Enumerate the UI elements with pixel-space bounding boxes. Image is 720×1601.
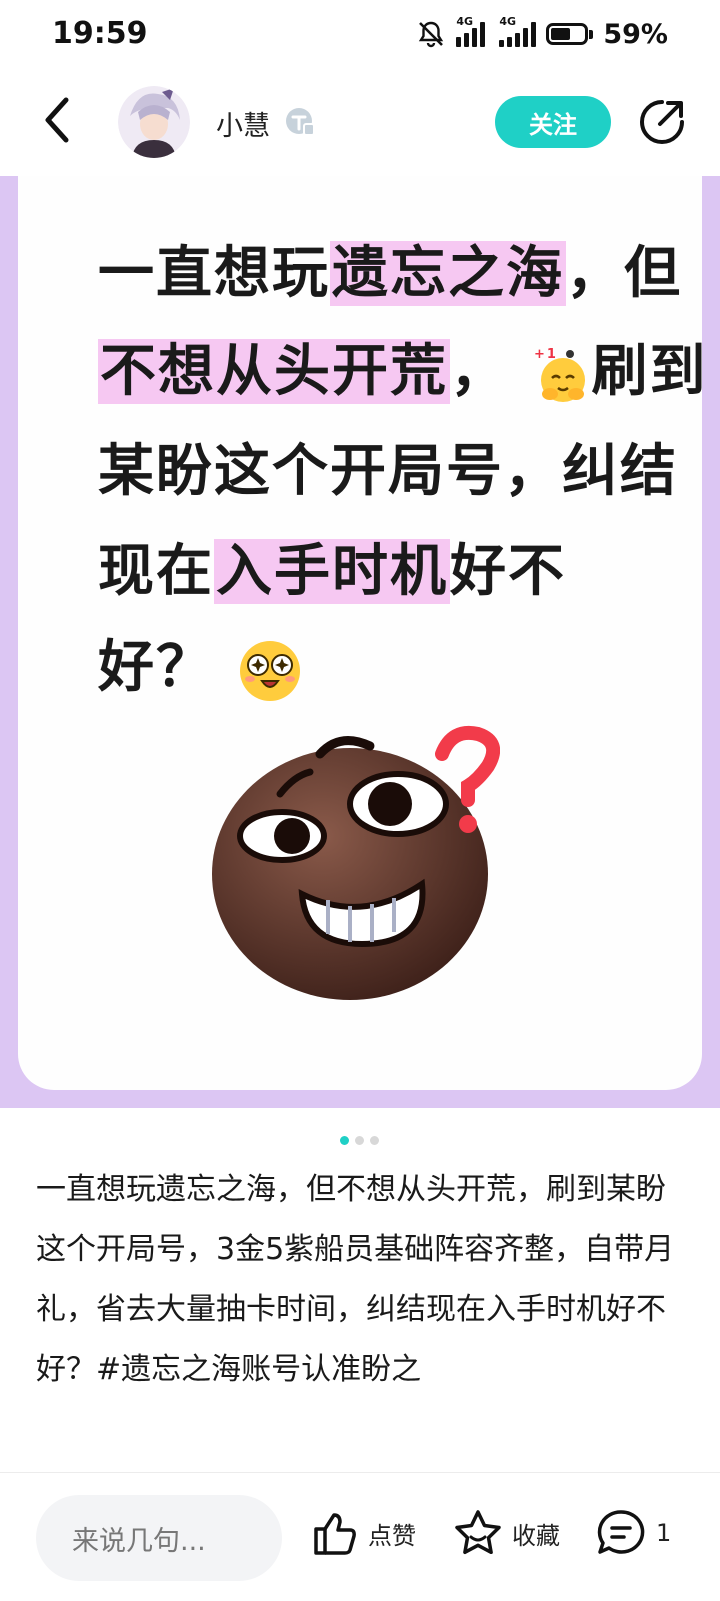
network-type-1: 4G: [456, 15, 474, 28]
image-text: 一直想玩: [98, 241, 330, 306]
image-card: 一直想玩遗忘之海，但 不想从头开荒， +1 刷到 某盼这个开局号，纠结 现在入手…: [18, 176, 706, 1090]
image-text-highlight: 入手时机: [214, 539, 450, 604]
svg-text:+1: +1: [534, 347, 558, 362]
mute-bell-icon: [419, 21, 444, 48]
post-caption: 一直想玩遗忘之海，但不想从头开荒，刷到某盼这个开局号，3金5紫船员基础阵容齐整，…: [36, 1172, 675, 1387]
image-text: 好不: [450, 539, 566, 604]
follow-button[interactable]: 关注: [495, 96, 611, 148]
favorite-button[interactable]: 收藏: [452, 1503, 560, 1563]
avatar[interactable]: [118, 86, 190, 158]
back-icon[interactable]: [36, 90, 86, 150]
bottom-action-bar: 来说几句... 点赞 收藏 1: [0, 1472, 720, 1601]
status-icons: 4G 4G 59%: [416, 15, 668, 52]
image-text-line-4: 现在入手时机好不: [98, 526, 566, 607]
image-text: 刷到: [591, 339, 708, 404]
star-eyes-emoji: [239, 640, 300, 701]
pagination-dot: [355, 1136, 364, 1145]
battery-icon: [546, 23, 594, 45]
image-text: ，: [450, 339, 508, 404]
pagination-dot: [340, 1136, 349, 1145]
comment-input[interactable]: 来说几句...: [36, 1495, 282, 1581]
image-text-line-5: 好？: [98, 622, 304, 705]
post-header: 小慧 关注: [0, 72, 720, 172]
badge-icon: [286, 108, 315, 136]
comment-button[interactable]: 1: [594, 1503, 671, 1563]
post-image[interactable]: 一直想玩遗忘之海，但 不想从头开荒， +1 刷到 某盼这个开局号，纠结 现在入手…: [0, 176, 720, 1108]
status-bar: 19:59 4G 4G 59%: [0, 0, 720, 72]
network-type-2: 4G: [499, 15, 517, 28]
nervous-brown-face-emoji: [212, 726, 500, 1000]
battery-percent: 59%: [603, 18, 668, 50]
comment-icon: [597, 1510, 645, 1554]
thumbs-up-icon: [314, 1513, 356, 1555]
image-text-highlight: 遗忘之海: [330, 241, 566, 306]
share-icon[interactable]: [636, 96, 688, 148]
image-text-line-1: 一直想玩遗忘之海，但: [98, 228, 682, 309]
image-text: 好？: [98, 635, 214, 700]
image-text-highlight: 不想从头开荒: [98, 339, 450, 404]
author-name[interactable]: 小慧: [216, 104, 270, 143]
like-button[interactable]: 点赞: [308, 1503, 416, 1563]
image-text-line-2: 不想从头开荒， +1 刷到: [98, 326, 708, 407]
signal-icon: 4G: [499, 15, 537, 47]
status-time: 19:59: [52, 16, 148, 51]
image-pagination: [340, 1136, 379, 1145]
image-text: ，但: [566, 241, 682, 306]
image-text-line-3: 某盼这个开局号，纠结: [98, 439, 678, 504]
comment-count: 1: [656, 1519, 672, 1547]
like-label: 点赞: [368, 1521, 416, 1550]
star-icon: [455, 1510, 501, 1555]
pagination-dot: [370, 1136, 379, 1145]
hug-plus-one-emoji: +1: [534, 347, 585, 402]
image-text: 现在: [98, 539, 214, 604]
signal-icon: 4G: [456, 15, 486, 47]
favorite-label: 收藏: [512, 1521, 560, 1550]
